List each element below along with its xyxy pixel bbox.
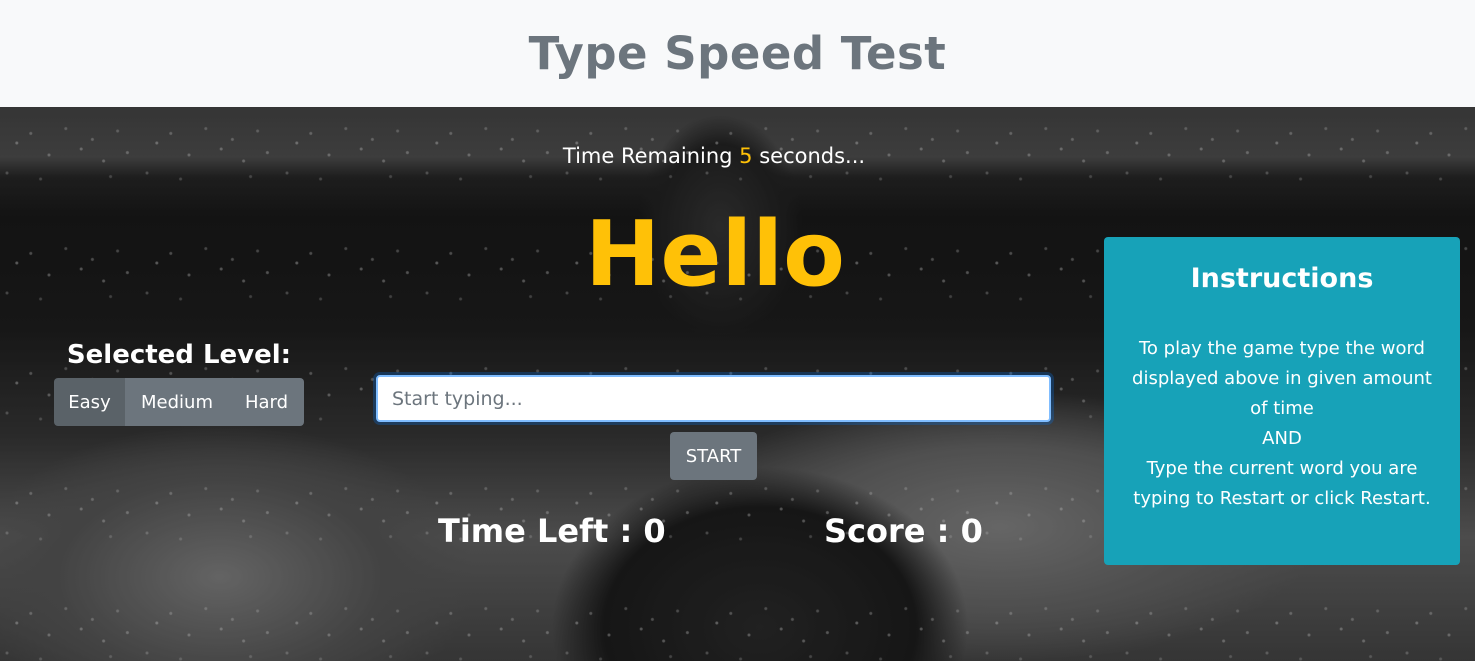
instructions-title: Instructions xyxy=(1190,263,1374,294)
level-easy-button[interactable]: Easy xyxy=(54,378,125,426)
game-area: Time Remaining 5 seconds... Hello Select… xyxy=(0,107,1475,661)
instructions-panel: Instructions To play the game type the w… xyxy=(1104,237,1460,565)
time-remaining-seconds: 5 xyxy=(739,144,753,168)
app-header: Type Speed Test xyxy=(0,0,1475,107)
page-title: Type Speed Test xyxy=(528,27,947,80)
level-selector: Selected Level: Easy Medium Hard xyxy=(54,340,304,426)
score-display: Score : 0 xyxy=(824,512,983,550)
level-medium-button[interactable]: Medium xyxy=(125,378,229,426)
word-input[interactable] xyxy=(376,375,1051,422)
time-remaining-text: Time Remaining 5 seconds... xyxy=(0,144,1428,168)
level-heading: Selected Level: xyxy=(66,340,292,370)
instructions-line-3: Type the current word you are typing to … xyxy=(1133,458,1431,509)
level-button-group: Easy Medium Hard xyxy=(54,378,304,426)
score-label: Score : xyxy=(824,512,961,550)
time-left-value: 0 xyxy=(643,512,666,550)
instructions-line-1: To play the game type the word displayed… xyxy=(1132,338,1432,419)
level-hard-button[interactable]: Hard xyxy=(229,378,304,426)
instructions-line-2: AND xyxy=(1262,428,1302,449)
time-left-display: Time Left : 0 xyxy=(438,512,666,550)
time-remaining-suffix: seconds... xyxy=(752,144,866,168)
score-value: 0 xyxy=(960,512,983,550)
start-button[interactable]: START xyxy=(670,432,757,480)
current-word: Hello xyxy=(585,202,845,307)
time-left-label: Time Left : xyxy=(438,512,644,550)
time-remaining-prefix: Time Remaining xyxy=(562,144,740,168)
